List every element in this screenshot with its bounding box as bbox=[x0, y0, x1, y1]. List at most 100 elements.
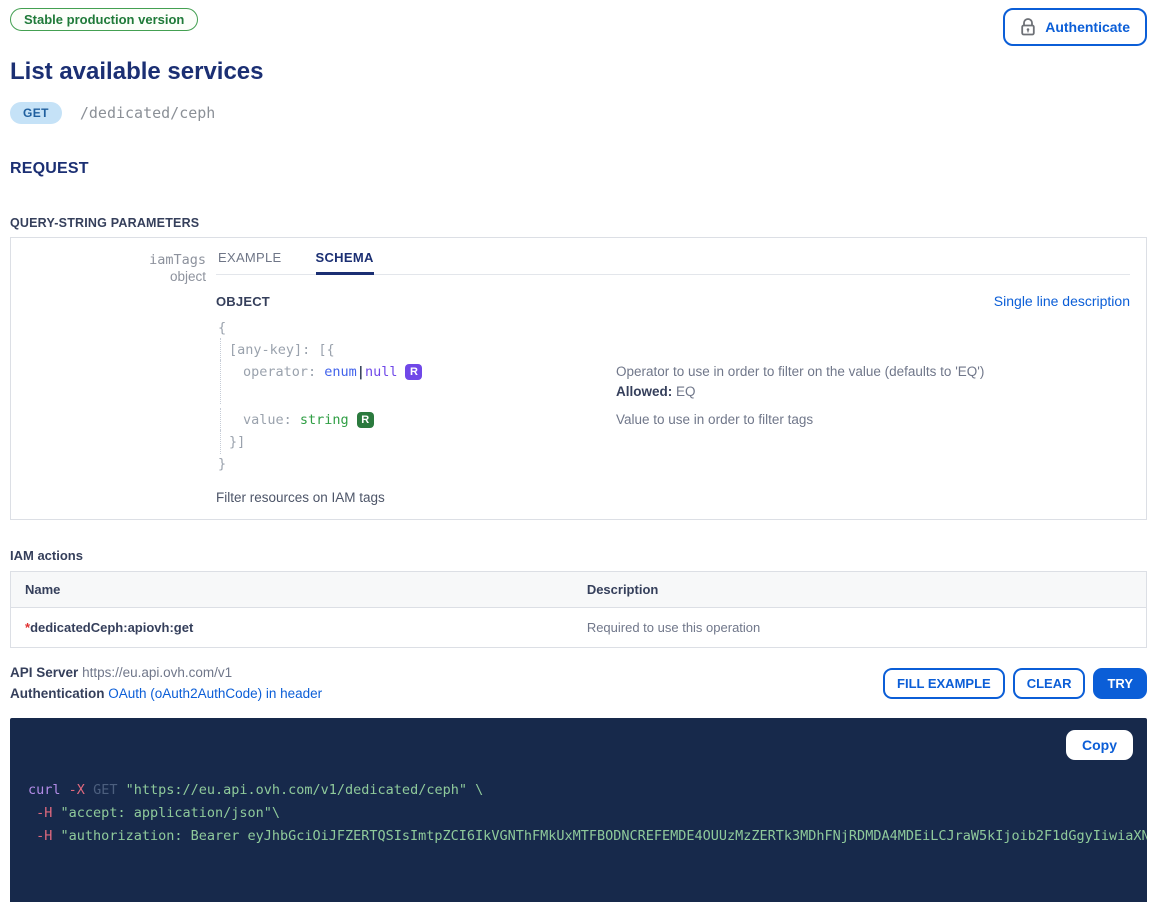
schema-field-description bbox=[616, 454, 1130, 474]
object-header-row: OBJECT Single line description bbox=[216, 293, 1130, 309]
api-server-line: API Server https://eu.api.ovh.com/v1 bbox=[10, 662, 322, 683]
schema-row: [any-key]: [{ bbox=[216, 340, 1130, 360]
api-server-label: API Server bbox=[10, 665, 78, 680]
code-line: -H "accept: application/json"\ bbox=[28, 802, 1129, 825]
iam-actions-title: IAM actions bbox=[10, 548, 1147, 563]
api-meta-lines: API Server https://eu.api.ovh.com/v1 Aut… bbox=[10, 662, 322, 704]
curl-block: curl -X GET "https://eu.api.ovh.com/v1/d… bbox=[10, 718, 1147, 902]
parameter-name: iamTags bbox=[11, 252, 206, 268]
token-str: "authorization: Bearer eyJhbGciOiJFZERTQ… bbox=[61, 828, 1147, 844]
token-rg: R bbox=[357, 412, 374, 428]
parameter-box: iamTags object EXAMPLE SCHEMA OBJECT Sin… bbox=[10, 237, 1147, 520]
required-asterisk: * bbox=[25, 620, 30, 635]
version-badge: Stable production version bbox=[10, 8, 198, 31]
schema-rows: {[any-key]: [{ operator: enum|null R Operat… bbox=[216, 318, 1130, 474]
description-line: Operator to use in order to filter on th… bbox=[616, 362, 1130, 382]
schema-code: operator: enum|null R bbox=[216, 362, 616, 402]
http-method-badge: GET bbox=[10, 102, 62, 124]
page-title: List available services bbox=[10, 58, 1147, 86]
token-sp bbox=[85, 782, 93, 798]
token-sp bbox=[117, 782, 125, 798]
token-str: "accept: application/json"\ bbox=[61, 805, 280, 821]
description-line: Allowed: EQ bbox=[616, 382, 1130, 402]
code-line: -H "authorization: Bearer eyJhbGciOiJFZE… bbox=[28, 825, 1129, 848]
token-flag: -X bbox=[69, 782, 85, 798]
authenticate-label: Authenticate bbox=[1045, 19, 1130, 35]
token-k: operator: bbox=[243, 364, 324, 380]
schema-code: [any-key]: [{ bbox=[216, 340, 616, 360]
authentication-line: Authentication OAuth (oAuth2AuthCode) in… bbox=[10, 683, 322, 704]
token-sp bbox=[28, 805, 36, 821]
code-line: curl -X GET "https://eu.api.ovh.com/v1/d… bbox=[28, 779, 1129, 802]
try-button[interactable]: TRY bbox=[1093, 668, 1147, 699]
token-str: "https://eu.api.ovh.com/v1/dedicated/cep… bbox=[126, 782, 484, 798]
schema-row: { bbox=[216, 318, 1130, 338]
token-p: } bbox=[218, 456, 226, 472]
description-line: Value to use in order to filter tags bbox=[616, 410, 1130, 430]
column-header-name: Name bbox=[11, 572, 573, 607]
parameter-content: EXAMPLE SCHEMA OBJECT Single line descri… bbox=[216, 238, 1146, 505]
token-dim: GET bbox=[93, 782, 117, 798]
single-line-description-link[interactable]: Single line description bbox=[994, 293, 1130, 309]
schema-code: value: string R bbox=[216, 410, 616, 430]
token-d: Operator to use in order to filter on th… bbox=[616, 364, 984, 379]
fill-example-button[interactable]: FILL EXAMPLE bbox=[883, 668, 1005, 699]
iam-table-body: *dedicatedCeph:apiovh:getRequired to use… bbox=[11, 607, 1146, 647]
iam-action-description: Required to use this operation bbox=[573, 608, 1146, 647]
request-section-title: REQUEST bbox=[10, 160, 1147, 178]
token-sp bbox=[52, 805, 60, 821]
table-row: *dedicatedCeph:apiovh:getRequired to use… bbox=[11, 607, 1146, 647]
token-rp: R bbox=[405, 364, 422, 380]
schema-row: operator: enum|null R Operator to use in o… bbox=[216, 362, 1130, 402]
token-null: null bbox=[365, 364, 398, 380]
schema-field-description: Operator to use in order to filter on th… bbox=[616, 362, 1130, 402]
schema-row: }] bbox=[216, 432, 1130, 452]
schema-code: }] bbox=[216, 432, 616, 452]
schema-row: value: string R Value to use in order to f… bbox=[216, 410, 1130, 430]
object-type-label: OBJECT bbox=[216, 294, 270, 309]
token-p: }] bbox=[229, 434, 245, 450]
curl-code: curl -X GET "https://eu.api.ovh.com/v1/d… bbox=[28, 779, 1129, 848]
schema-field-description bbox=[616, 432, 1130, 452]
top-bar: Stable production version Authenticate bbox=[10, 8, 1147, 46]
api-server-value: https://eu.api.ovh.com/v1 bbox=[82, 665, 232, 680]
token-sp bbox=[28, 828, 36, 844]
query-string-parameters-label: QUERY-STRING PARAMETERS bbox=[10, 216, 1147, 230]
authenticate-button[interactable]: Authenticate bbox=[1003, 8, 1147, 46]
token-b: Allowed: bbox=[616, 384, 672, 399]
token-cmd: curl bbox=[28, 782, 61, 798]
schema-code: { bbox=[216, 318, 616, 338]
tab-example[interactable]: EXAMPLE bbox=[218, 250, 282, 274]
schema-tabs: EXAMPLE SCHEMA bbox=[216, 238, 1130, 275]
parameter-type: object bbox=[11, 269, 206, 284]
token-enum: enum bbox=[324, 364, 357, 380]
token-strt: string bbox=[300, 412, 349, 428]
token-d: EQ bbox=[672, 384, 695, 399]
iam-action-name: *dedicatedCeph:apiovh:get bbox=[11, 608, 573, 647]
token-bar: | bbox=[357, 364, 365, 380]
schema-code: } bbox=[216, 454, 616, 474]
schema-row: } bbox=[216, 454, 1130, 474]
table-header-row: Name Description bbox=[11, 572, 1146, 607]
iam-actions-table: Name Description *dedicatedCeph:apiovh:g… bbox=[10, 571, 1147, 648]
token-sp bbox=[61, 782, 69, 798]
clear-button[interactable]: CLEAR bbox=[1013, 668, 1086, 699]
schema-field-description: Value to use in order to filter tags bbox=[616, 410, 1130, 430]
authentication-link[interactable]: OAuth (oAuth2AuthCode) in header bbox=[108, 686, 322, 701]
token-d: Value to use in order to filter tags bbox=[616, 412, 813, 427]
curl-copy-button[interactable]: Copy bbox=[1066, 730, 1133, 760]
token-flag: -H bbox=[36, 828, 52, 844]
action-buttons: FILL EXAMPLE CLEAR TRY bbox=[883, 668, 1147, 699]
token-p: [any-key]: [{ bbox=[229, 342, 335, 358]
lock-icon bbox=[1020, 18, 1036, 36]
parameter-label-column: iamTags object bbox=[11, 238, 216, 505]
token-flag: -H bbox=[36, 805, 52, 821]
tab-schema[interactable]: SCHEMA bbox=[316, 250, 374, 274]
token-p: { bbox=[218, 320, 226, 336]
endpoint-path: /dedicated/ceph bbox=[80, 104, 215, 122]
authentication-label: Authentication bbox=[10, 686, 105, 701]
token-k: value: bbox=[243, 412, 300, 428]
api-meta-row: API Server https://eu.api.ovh.com/v1 Aut… bbox=[10, 662, 1147, 704]
token-sp bbox=[52, 828, 60, 844]
api-console-page: Stable production version Authenticate L… bbox=[0, 0, 1157, 902]
